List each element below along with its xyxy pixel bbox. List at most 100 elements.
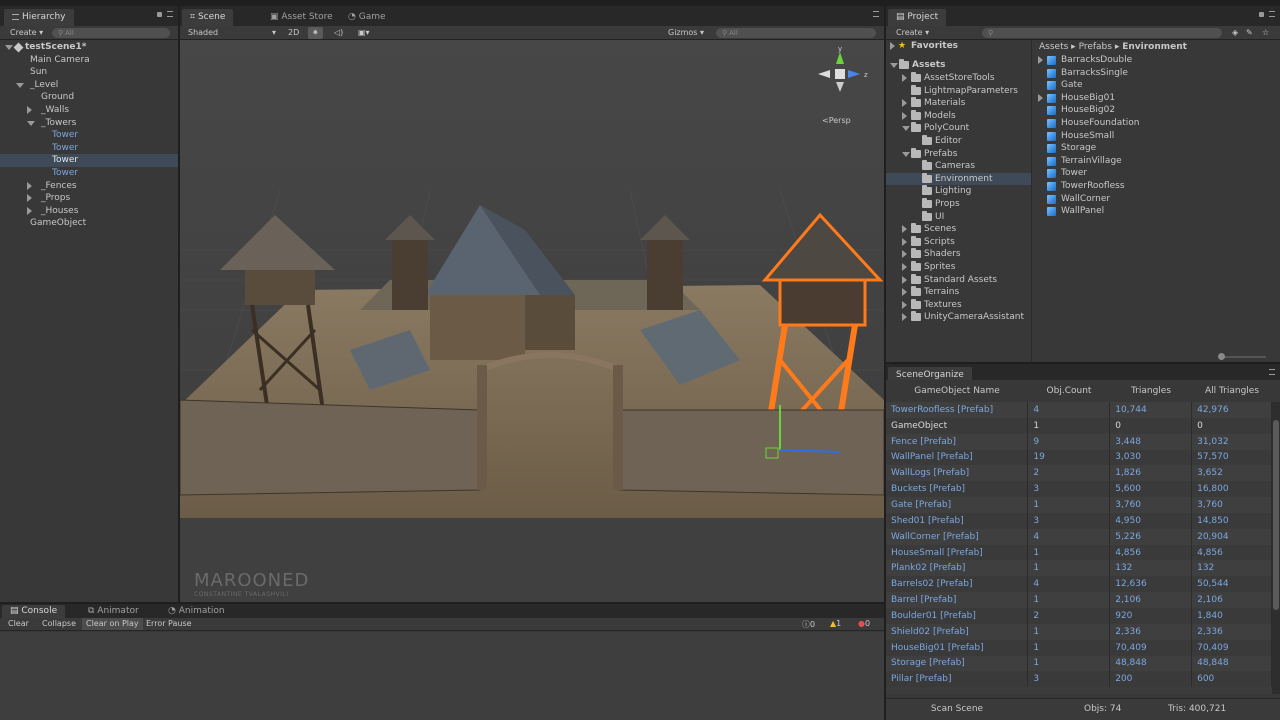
collapsed-arrow-icon[interactable] [27, 106, 32, 114]
table-row[interactable]: Gate [Prefab] 1 3,760 3,760 [886, 497, 1272, 513]
orientation-gizmo[interactable]: y z <Persp [816, 45, 872, 125]
tab-hierarchy[interactable]: Hierarchy [4, 9, 74, 26]
collapsed-arrow-icon[interactable] [902, 275, 907, 284]
collapsed-arrow-icon[interactable] [902, 225, 907, 234]
expanded-arrow-icon[interactable] [5, 45, 13, 50]
prefab-asset-item[interactable]: TowerRoofless [1033, 180, 1280, 193]
hierarchy-item[interactable]: _Fences [0, 180, 178, 193]
filter-label-icon[interactable]: ✎ [1242, 27, 1257, 39]
prefab-asset-item[interactable]: WallCorner [1033, 193, 1280, 206]
project-folder-item[interactable]: Terrains [886, 286, 1031, 299]
project-folder-item[interactable]: Lighting [886, 185, 1031, 198]
table-row[interactable]: HouseSmall [Prefab] 1 4,856 4,856 [886, 544, 1272, 561]
assets-root-row[interactable]: Assets [886, 59, 1031, 72]
table-row[interactable]: Storage [Prefab] 1 48,848 48,848 [886, 655, 1272, 672]
hierarchy-item[interactable]: Tower [0, 129, 178, 142]
table-row[interactable]: TowerRoofless [Prefab] 4 10,744 42,976 [886, 402, 1272, 418]
clear-on-play-button[interactable]: Clear on Play [82, 618, 143, 630]
collapsed-arrow-icon[interactable] [902, 250, 907, 259]
scene-render[interactable] [180, 40, 884, 602]
prefab-asset-item[interactable]: HouseBig02 [1033, 104, 1280, 117]
zoom-slider-handle[interactable] [1218, 353, 1225, 360]
collapsed-arrow-icon[interactable] [1038, 93, 1043, 102]
project-folder-item[interactable]: Editor [886, 135, 1031, 148]
cell-name[interactable]: Buckets [Prefab] [886, 481, 1029, 498]
collapsed-arrow-icon[interactable] [27, 206, 32, 215]
project-folder-item[interactable]: AssetStoreTools [886, 72, 1031, 85]
project-folder-item[interactable]: Environment [886, 172, 1031, 186]
project-folder-item[interactable]: PolyCount [886, 122, 1031, 135]
cell-name[interactable]: Fence [Prefab] [886, 433, 1029, 450]
project-folder-item[interactable]: UI [886, 210, 1031, 224]
audio-toggle-icon[interactable]: ◁) [330, 27, 347, 39]
project-folder-item[interactable]: Props [886, 198, 1031, 211]
zoom-slider[interactable] [1218, 353, 1266, 360]
expanded-arrow-icon[interactable] [27, 120, 35, 126]
project-folder-item[interactable]: LightmapParameters [886, 84, 1031, 98]
hierarchy-item[interactable]: testScene1* [0, 41, 178, 54]
hierarchy-search-input[interactable]: ⚲ All [52, 28, 170, 38]
cell-name[interactable]: Barrel [Prefab] [886, 592, 1029, 608]
breadcrumb-item-assets[interactable]: Assets [1039, 42, 1068, 52]
collapsed-arrow-icon[interactable] [1038, 56, 1043, 64]
table-row[interactable]: Fence [Prefab] 9 3,448 31,032 [886, 433, 1272, 450]
cell-name[interactable]: WallPanel [Prefab] [886, 449, 1029, 466]
panel-menu-icon[interactable] [167, 11, 173, 17]
scene-viewport[interactable]: y z <Persp MAROONED CONSTANTINE TVALASHV… [180, 40, 884, 602]
table-row[interactable]: WallCorner [Prefab] 4 5,226 20,904 [886, 528, 1272, 545]
prefab-asset-item[interactable]: Tower [1033, 167, 1280, 180]
table-row[interactable]: HouseBig01 [Prefab] 1 70,409 70,409 [886, 639, 1272, 656]
collapsed-arrow-icon[interactable] [890, 42, 895, 50]
hierarchy-item[interactable]: _Level [0, 79, 178, 92]
effects-dropdown-icon[interactable]: ▣▾ [354, 27, 374, 39]
panel-menu-icon[interactable] [873, 11, 879, 17]
table-row[interactable]: Shield02 [Prefab] 1 2,336 2,336 [886, 623, 1272, 640]
expanded-arrow-icon[interactable] [16, 82, 24, 88]
expanded-arrow-icon[interactable] [902, 126, 910, 132]
project-folder-item[interactable]: Standard Assets [886, 273, 1031, 287]
project-folder-item[interactable]: Cameras [886, 160, 1031, 173]
prefab-asset-item[interactable]: Gate [1033, 79, 1280, 92]
create-dropdown[interactable]: Create ▾ [892, 27, 933, 39]
vertical-scrollbar[interactable] [1272, 402, 1280, 694]
table-row[interactable]: Barrels02 [Prefab] 4 12,636 50,544 [886, 576, 1272, 593]
table-row[interactable]: WallPanel [Prefab] 19 3,030 57,570 [886, 449, 1272, 466]
tab-animation[interactable]: ◔ Animation [160, 605, 233, 618]
collapsed-arrow-icon[interactable] [902, 300, 907, 309]
tab-animator[interactable]: ⧉ Animator [80, 605, 147, 618]
breadcrumb-item-environment[interactable]: Environment [1122, 42, 1187, 52]
table-row[interactable]: Plank02 [Prefab] 1 132 132 [886, 560, 1272, 577]
lighting-toggle-icon[interactable]: ✷ [308, 27, 323, 39]
column-header-count[interactable]: Obj.Count [1028, 380, 1110, 402]
prefab-asset-item[interactable]: BarracksSingle [1033, 67, 1280, 80]
scene-search-input[interactable]: ⚲ All [716, 28, 876, 38]
project-folder-item[interactable]: Models [886, 109, 1031, 123]
scrollbar-thumb[interactable] [1273, 420, 1279, 610]
collapsed-arrow-icon[interactable] [902, 111, 907, 120]
cell-name[interactable]: Boulder01 [Prefab] [886, 607, 1029, 624]
collapsed-arrow-icon[interactable] [27, 181, 32, 190]
prefab-asset-item[interactable]: TerrainVillage [1033, 155, 1280, 168]
favorites-row[interactable]: ★ Favorites [886, 40, 1031, 53]
tab-game[interactable]: ◔ Game [340, 9, 394, 26]
cell-name[interactable]: Shed01 [Prefab] [886, 512, 1029, 529]
hierarchy-item[interactable]: Sun [0, 66, 178, 79]
lock-icon[interactable] [1259, 12, 1264, 17]
table-row[interactable]: WallLogs [Prefab] 2 1,826 3,652 [886, 465, 1272, 482]
filter-type-icon[interactable]: ◈ [1228, 27, 1242, 39]
create-dropdown[interactable]: Create ▾ [6, 27, 47, 39]
hierarchy-item[interactable]: Main Camera [0, 54, 178, 67]
lock-icon[interactable] [157, 12, 162, 17]
project-folder-item[interactable]: Materials [886, 97, 1031, 110]
collapsed-arrow-icon[interactable] [902, 237, 907, 246]
cell-name[interactable]: GameObject [886, 417, 1029, 434]
scan-scene-button[interactable]: Scan Scene [886, 704, 1028, 714]
project-folder-item[interactable]: Textures [886, 298, 1031, 312]
prefab-asset-item[interactable]: HouseBig01 [1033, 92, 1280, 105]
cell-name[interactable]: TowerRoofless [Prefab] [886, 402, 1029, 418]
prefab-asset-item[interactable]: WallPanel [1033, 205, 1280, 218]
expanded-arrow-icon[interactable] [890, 63, 898, 68]
column-header-triangles[interactable]: Triangles [1110, 380, 1192, 402]
cell-name[interactable]: Shield02 [Prefab] [886, 623, 1029, 640]
warning-count-toggle[interactable]: ▲1 [826, 618, 845, 630]
